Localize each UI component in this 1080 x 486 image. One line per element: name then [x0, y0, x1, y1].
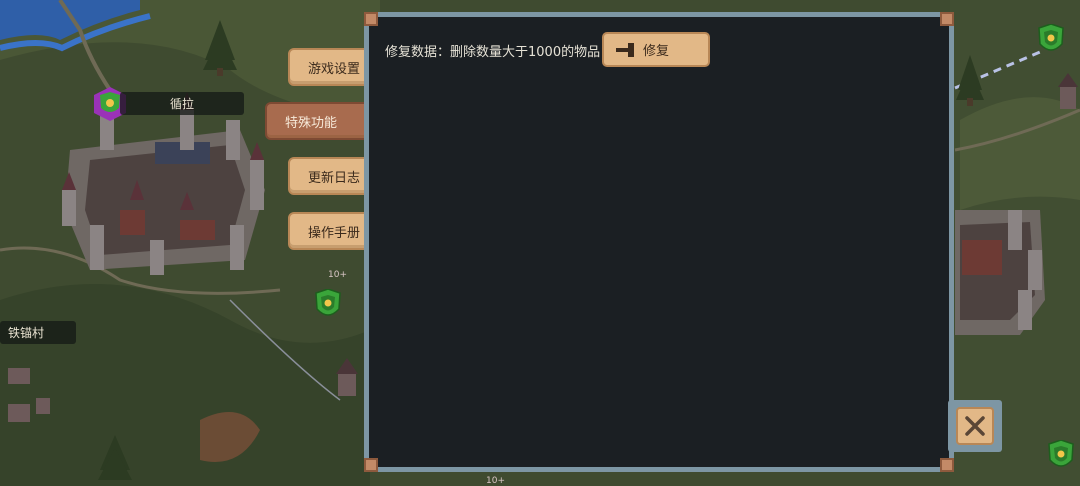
repair-button[interactable]: 修复: [602, 32, 710, 67]
tab-special-functions[interactable]: 特殊功能: [265, 102, 375, 140]
close-button[interactable]: [956, 407, 994, 445]
panel-corner: [940, 12, 954, 26]
repair-description: 修复数据：删除数量大于1000的物品: [385, 45, 601, 60]
panel-corner: [940, 458, 954, 472]
panel-corner: [364, 12, 378, 26]
town-label: 循拉: [120, 92, 244, 115]
special-functions-panel: [364, 12, 954, 472]
castle-right: [955, 210, 1045, 335]
troop-badge: 10+: [328, 270, 347, 280]
hammer-icon: [616, 43, 634, 57]
close-icon: [965, 416, 985, 436]
shield-icon[interactable]: [1037, 24, 1065, 56]
troop-badge: 10+: [486, 476, 505, 486]
shield-icon[interactable]: [314, 289, 342, 321]
panel-corner: [364, 458, 378, 472]
shield-icon[interactable]: [1047, 440, 1075, 472]
village-label: 铁锚村: [0, 321, 76, 344]
repair-button-label: 修复: [642, 44, 669, 59]
